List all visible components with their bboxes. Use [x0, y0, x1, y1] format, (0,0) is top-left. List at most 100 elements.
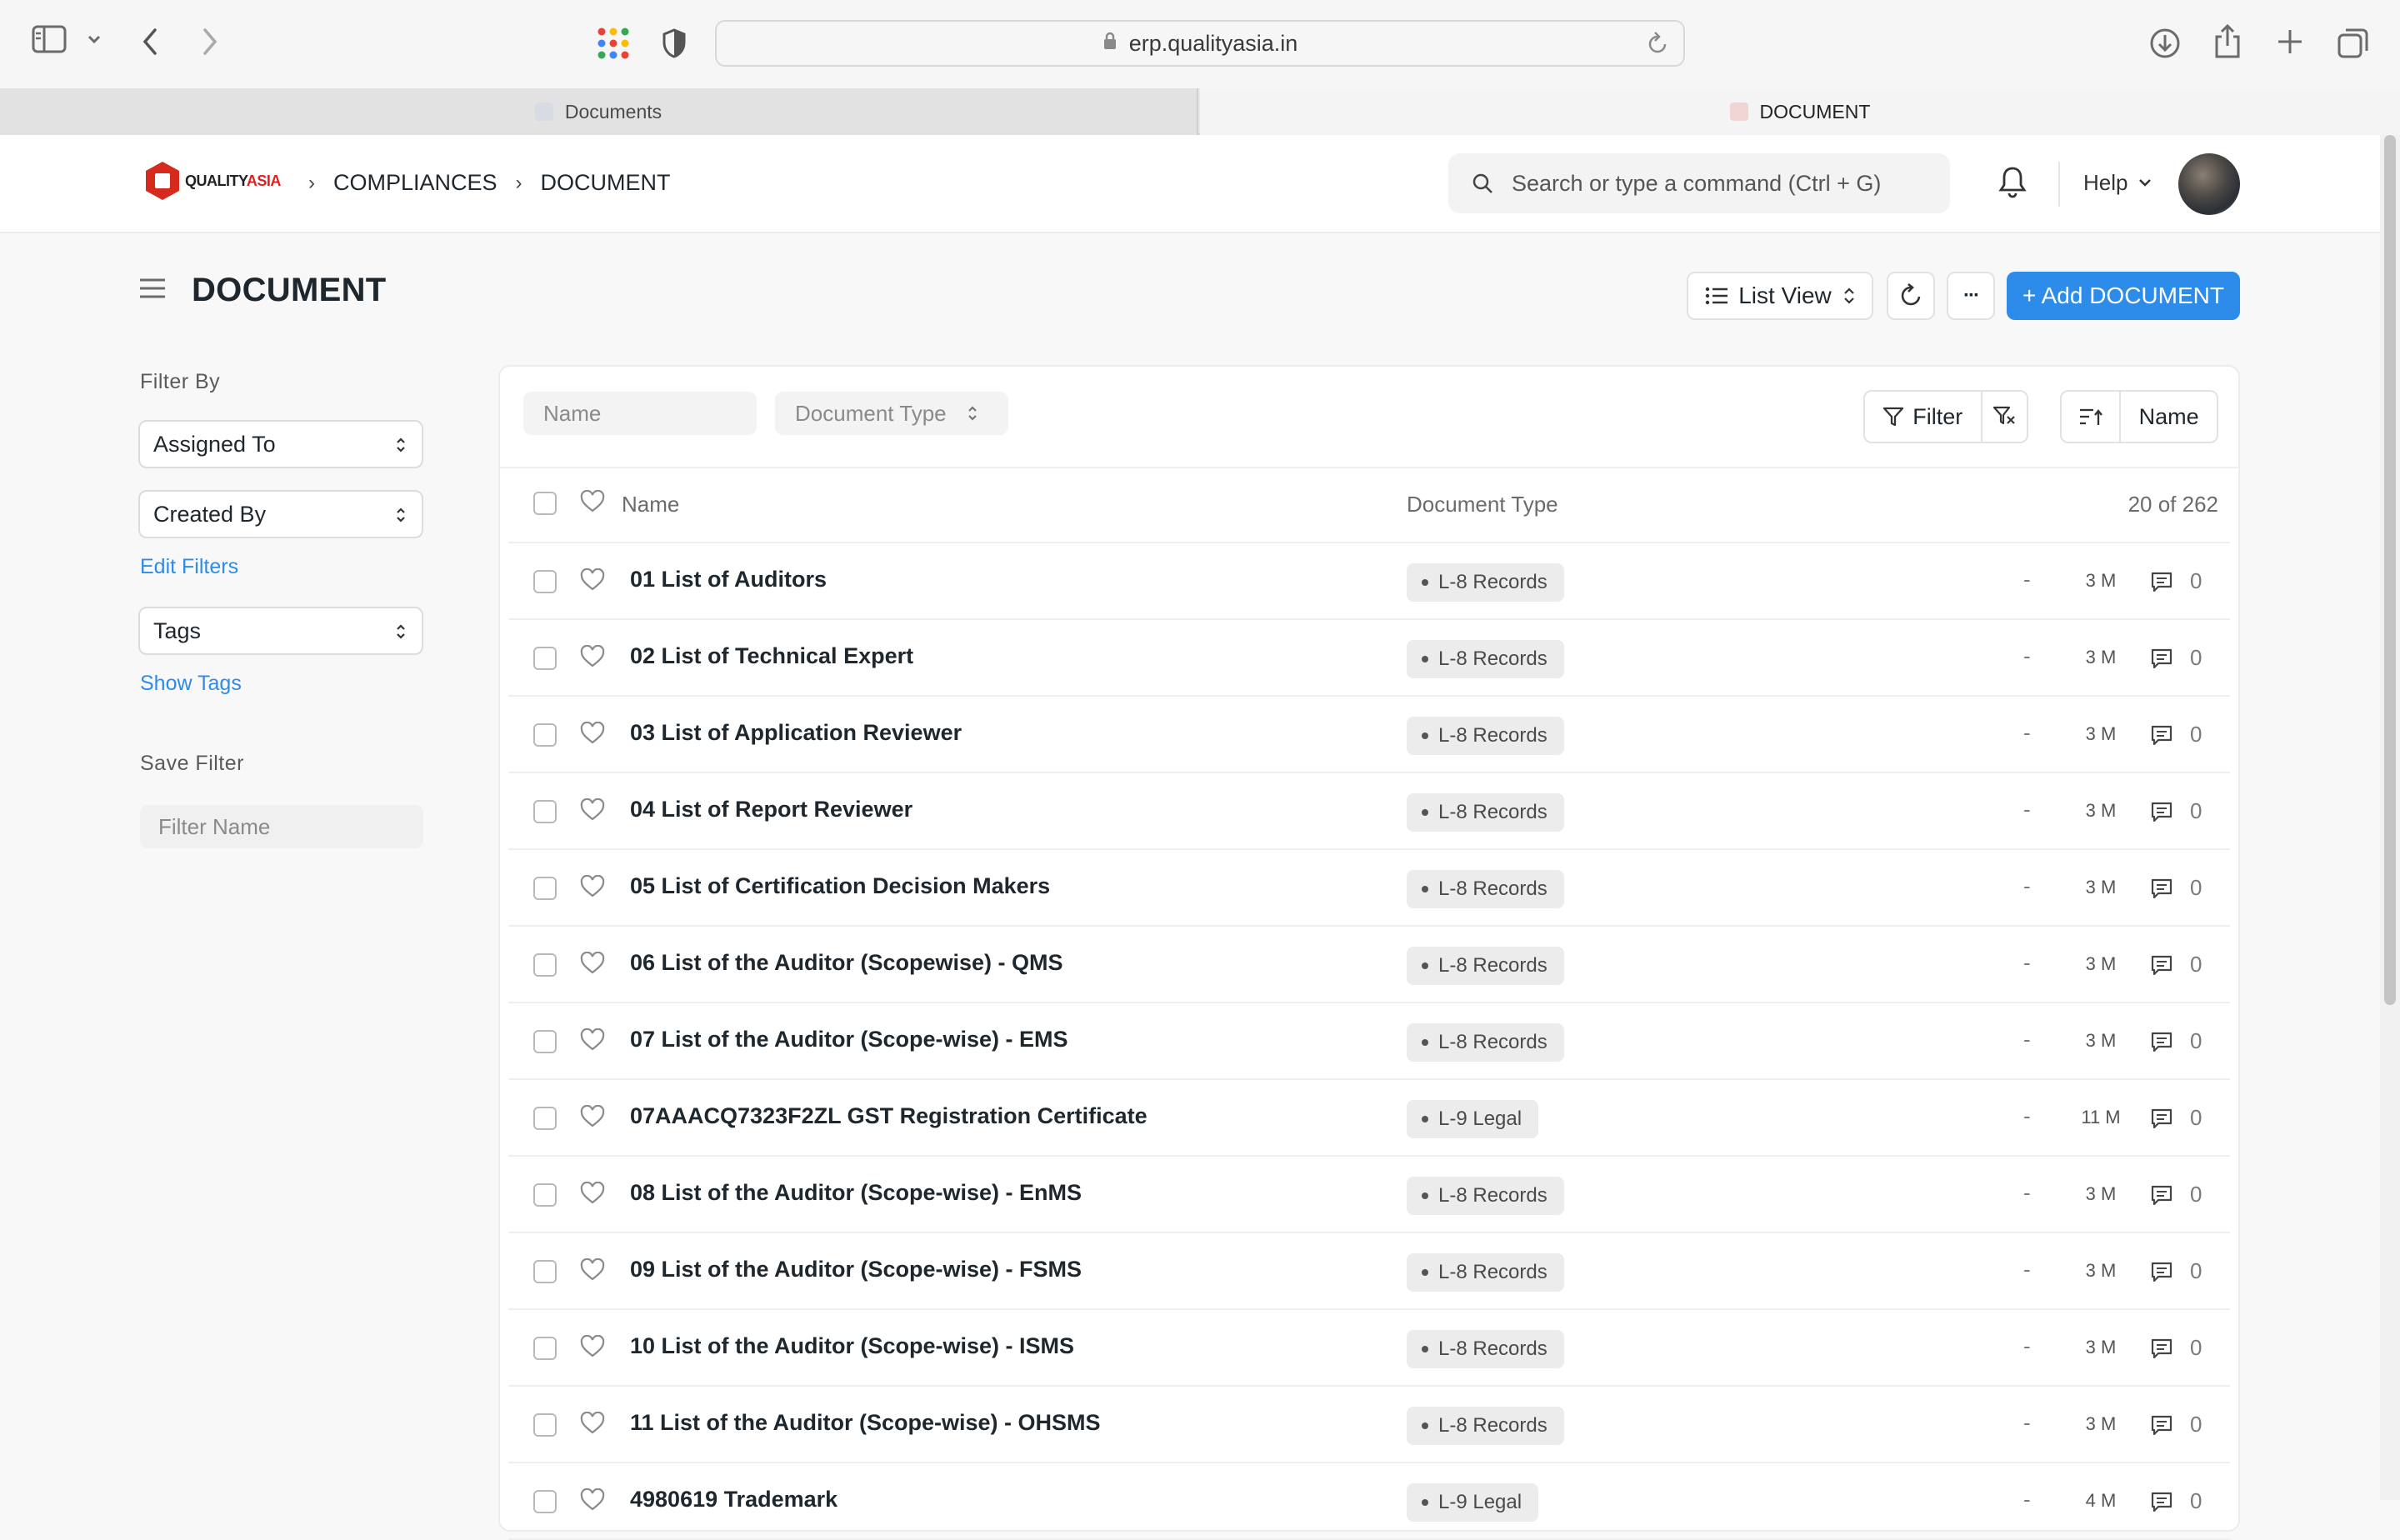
back-icon[interactable] [140, 27, 160, 57]
edit-filters-link[interactable]: Edit Filters [140, 555, 238, 579]
document-name-link[interactable]: 08 List of the Auditor (Scope-wise) - En… [630, 1180, 1082, 1206]
reload-icon[interactable] [1647, 32, 1668, 61]
extensions-grid-icon[interactable] [597, 27, 630, 60]
heart-icon[interactable] [580, 1028, 605, 1056]
table-row[interactable]: 02 List of Technical Expert L-8 Records - 3… [508, 620, 2230, 697]
scrollbar-thumb[interactable] [2384, 135, 2396, 1005]
list-view-button[interactable]: List View [1687, 272, 1873, 320]
table-row[interactable]: 09 List of the Auditor (Scope-wise) - FS… [508, 1233, 2230, 1310]
document-type-badge[interactable]: L-8 Records [1407, 1407, 1564, 1445]
filter-name-input[interactable]: Filter Name [140, 805, 423, 848]
heart-icon[interactable] [580, 1488, 605, 1516]
heart-icon[interactable] [580, 874, 605, 902]
sort-order-button[interactable] [2062, 392, 2122, 442]
table-row[interactable]: 07 List of the Auditor (Scope-wise) - EM… [508, 1003, 2230, 1080]
document-type-badge[interactable]: L-9 Legal [1407, 1483, 1539, 1522]
search-input[interactable]: Search or type a command (Ctrl + G) [1448, 153, 1950, 213]
comment-count[interactable]: 0 [2150, 1028, 2202, 1054]
comment-count[interactable]: 0 [2150, 1335, 2202, 1361]
document-name-link[interactable]: 01 List of Auditors [630, 567, 827, 592]
page-scrollbar[interactable] [2380, 135, 2400, 1500]
row-checkbox[interactable] [533, 1030, 557, 1053]
heart-icon[interactable] [580, 568, 605, 596]
document-type-badge[interactable]: L-8 Records [1407, 717, 1564, 755]
name-filter-input[interactable]: Name [523, 392, 757, 435]
row-checkbox[interactable] [533, 1490, 557, 1513]
breadcrumb-compliances[interactable]: COMPLIANCES [333, 170, 498, 196]
tags-select[interactable]: Tags [138, 607, 423, 655]
table-row[interactable]: 07AAACQ7323F2ZL GST Registration Certifi… [508, 1080, 2230, 1157]
comment-count[interactable]: 0 [2150, 722, 2202, 748]
comment-count[interactable]: 0 [2150, 645, 2202, 671]
document-name-link[interactable]: 10 List of the Auditor (Scope-wise) - IS… [630, 1333, 1074, 1359]
brand-logo[interactable]: QUALITYASIA [143, 160, 281, 202]
row-checkbox[interactable] [533, 877, 557, 900]
comment-count[interactable]: 0 [2150, 798, 2202, 824]
row-checkbox[interactable] [533, 647, 557, 670]
refresh-button[interactable] [1887, 272, 1935, 320]
clear-filter-button[interactable] [1982, 392, 2027, 442]
tab-overview-icon[interactable] [2337, 27, 2370, 60]
table-row[interactable]: 01 List of Auditors L-8 Records - 3 M 0 [508, 543, 2230, 620]
document-type-badge[interactable]: L-8 Records [1407, 563, 1564, 602]
breadcrumb-document[interactable]: DOCUMENT [541, 170, 671, 196]
heart-icon[interactable] [580, 1104, 605, 1132]
table-row[interactable]: 04 List of Report Reviewer L-8 Records - 3 … [508, 773, 2230, 850]
comment-count[interactable]: 0 [2150, 1182, 2202, 1208]
show-tags-link[interactable]: Show Tags [140, 672, 242, 696]
document-name-link[interactable]: 09 List of the Auditor (Scope-wise) - FS… [630, 1257, 1082, 1282]
table-row[interactable]: 06 List of the Auditor (Scopewise) - QMS… [508, 927, 2230, 1003]
comment-count[interactable]: 0 [2150, 1105, 2202, 1131]
column-header-name[interactable]: Name [622, 492, 679, 518]
heart-icon[interactable] [580, 1181, 605, 1209]
document-type-badge[interactable]: L-9 Legal [1407, 1100, 1539, 1138]
row-checkbox[interactable] [533, 1183, 557, 1207]
comment-count[interactable]: 0 [2150, 568, 2202, 594]
more-options-button[interactable]: ··· [1947, 272, 1995, 320]
document-type-badge[interactable]: L-8 Records [1407, 947, 1564, 985]
sidebar-toggle-icon[interactable] [32, 25, 67, 53]
browser-tab-document[interactable]: DOCUMENT [1200, 88, 2400, 135]
filter-button[interactable]: Filter [1865, 392, 1982, 442]
heart-icon[interactable] [580, 721, 605, 749]
document-type-filter-select[interactable]: Document Type [775, 392, 1008, 435]
comment-count[interactable]: 0 [2150, 1258, 2202, 1284]
sort-by-button[interactable]: Name [2121, 392, 2217, 442]
heart-icon[interactable] [580, 1334, 605, 1362]
row-checkbox[interactable] [533, 1107, 557, 1130]
document-name-link[interactable]: 03 List of Application Reviewer [630, 720, 962, 746]
column-header-document-type[interactable]: Document Type [1407, 492, 1558, 518]
document-name-link[interactable]: 07 List of the Auditor (Scope-wise) - EM… [630, 1027, 1068, 1052]
row-checkbox[interactable] [533, 953, 557, 977]
document-name-link[interactable]: 07AAACQ7323F2ZL GST Registration Certifi… [630, 1103, 1148, 1129]
row-checkbox[interactable] [533, 1337, 557, 1360]
row-checkbox[interactable] [533, 800, 557, 823]
address-bar[interactable]: erp.qualityasia.in [715, 20, 1685, 67]
share-icon[interactable] [2213, 23, 2242, 60]
avatar[interactable] [2178, 153, 2240, 215]
table-row[interactable]: 05 List of Certification Decision Makers… [508, 850, 2230, 927]
heart-icon[interactable] [580, 798, 605, 826]
document-name-link[interactable]: 05 List of Certification Decision Makers [630, 873, 1050, 899]
row-checkbox[interactable] [533, 723, 557, 747]
table-row[interactable]: 10 List of the Auditor (Scope-wise) - IS… [508, 1310, 2230, 1387]
document-name-link[interactable]: 02 List of Technical Expert [630, 643, 913, 669]
row-checkbox[interactable] [533, 1260, 557, 1283]
document-name-link[interactable]: 11 List of the Auditor (Scope-wise) - OH… [630, 1410, 1101, 1436]
document-type-badge[interactable]: L-8 Records [1407, 793, 1564, 832]
heart-icon[interactable] [580, 1411, 605, 1439]
comment-count[interactable]: 0 [2150, 952, 2202, 978]
document-type-badge[interactable]: L-8 Records [1407, 870, 1564, 908]
comment-count[interactable]: 0 [2150, 1412, 2202, 1438]
row-checkbox[interactable] [533, 1413, 557, 1437]
table-row[interactable]: 03 List of Application Reviewer L-8 Recor… [508, 697, 2230, 773]
table-row[interactable]: 4980619 Trademark L-9 Legal -4 M0 [508, 1463, 2230, 1540]
select-all-checkbox[interactable] [533, 492, 557, 515]
comment-count[interactable]: 0 [2150, 875, 2202, 901]
browser-tab-documents[interactable]: Documents [0, 88, 1198, 135]
document-type-badge[interactable]: L-8 Records [1407, 1177, 1564, 1215]
new-tab-icon[interactable] [2275, 27, 2305, 57]
forward-icon[interactable] [200, 27, 220, 57]
download-icon[interactable] [2148, 27, 2182, 60]
document-name-link[interactable]: 06 List of the Auditor (Scopewise) - QMS [630, 950, 1063, 976]
